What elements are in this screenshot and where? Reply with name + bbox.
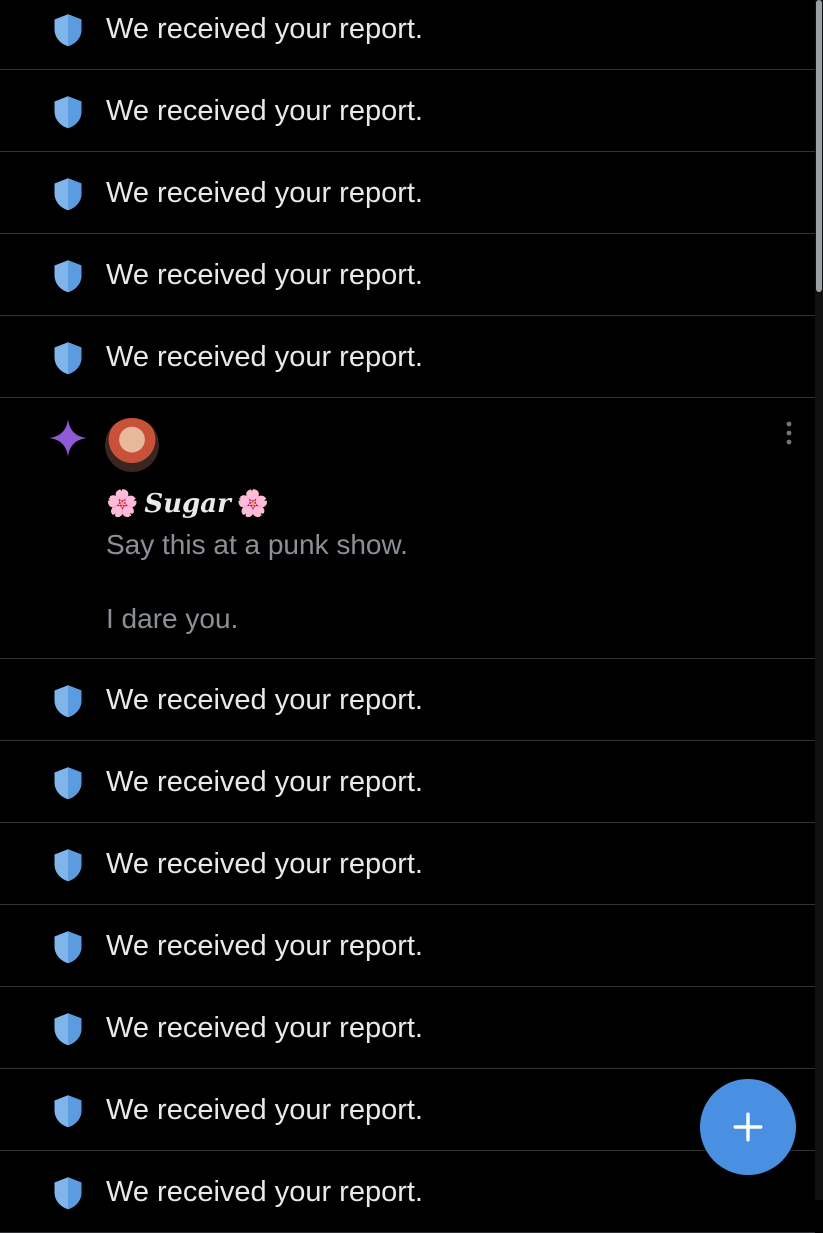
display-name[interactable]: 🌸 Sugar 🌸 [106,486,269,521]
avatar[interactable] [105,418,159,472]
notification-text: We received your report. [106,95,423,127]
notification-report[interactable]: We received your report. [0,152,815,234]
notification-text: We received your report. [106,1094,423,1126]
shield-icon [54,14,82,47]
scrollbar-thumb[interactable] [816,0,822,292]
post-text-line: Say this at a punk show. [106,529,408,560]
plus-icon [733,1112,763,1142]
notification-report[interactable]: We received your report. [0,905,815,987]
notification-post[interactable]: 🌸 Sugar 🌸 Say this at a punk show. I dare … [0,398,815,659]
notification-text: We received your report. [106,684,423,716]
shield-icon [54,1177,82,1210]
shield-icon [54,849,82,882]
shield-icon [54,767,82,800]
notification-text: We received your report. [106,341,423,373]
shield-icon [54,96,82,129]
notification-text: We received your report. [106,13,423,45]
notification-text: We received your report. [106,930,423,962]
post-text-line: I dare you. [106,603,239,634]
notification-report[interactable]: We received your report. [0,987,815,1069]
notification-text: We received your report. [106,766,423,798]
notification-report[interactable]: We received your report. [0,823,815,905]
blossom-emoji: 🌸 [236,489,270,519]
shield-icon [54,1013,82,1046]
notification-text: We received your report. [106,1012,423,1044]
notification-text: We received your report. [106,1176,423,1208]
notification-report[interactable]: We received your report. [0,316,815,398]
more-options-icon[interactable] [783,420,795,446]
notification-text: We received your report. [106,177,423,209]
shield-icon [54,685,82,718]
notification-report[interactable]: We received your report. [0,70,815,152]
notification-text: We received your report. [106,848,423,880]
notification-report[interactable]: We received your report. [0,1151,815,1233]
notification-report[interactable]: We received your report. [0,659,815,741]
notification-report[interactable]: We received your report. [0,741,815,823]
shield-icon [54,342,82,375]
notifications-feed: We received your report. We received you… [0,0,815,1233]
notification-report[interactable]: We received your report. [0,0,815,70]
compose-button[interactable] [700,1079,796,1175]
shield-icon [54,178,82,211]
notification-text: We received your report. [106,259,423,291]
blossom-emoji: 🌸 [106,489,139,519]
notification-report[interactable]: We received your report. [0,1069,815,1151]
display-name-text: Sugar [144,489,231,519]
shield-icon [54,1095,82,1128]
scrollbar-track[interactable] [815,0,823,1200]
shield-icon [54,260,82,293]
sparkle-icon [48,418,88,458]
notification-report[interactable]: We received your report. [0,234,815,316]
shield-icon [54,931,82,964]
